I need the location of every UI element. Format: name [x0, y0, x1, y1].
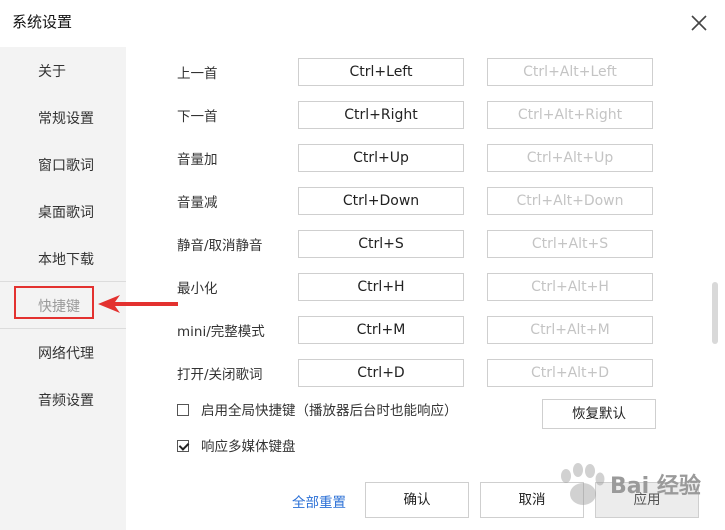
- sidebar-item-proxy[interactable]: 网络代理: [0, 329, 126, 376]
- paw-watermark-icon: [561, 463, 605, 505]
- reset-all-link[interactable]: 全部重置: [292, 491, 346, 511]
- window-title: 系统设置: [12, 13, 73, 31]
- sidebar-item-window-lyrics[interactable]: 窗口歌词: [0, 141, 126, 188]
- hotkey-lyrics-field[interactable]: Ctrl+D: [298, 359, 464, 387]
- sidebar-item-label: 窗口歌词: [38, 158, 94, 174]
- hotkey-label-volume-up: 音量加: [177, 152, 218, 168]
- sidebar-item-label: 本地下载: [38, 252, 94, 268]
- hotkey-mini-mode-global-field[interactable]: Ctrl+Alt+M: [487, 316, 653, 344]
- sidebar-item-label: 网络代理: [38, 346, 94, 362]
- title-bar: 系统设置: [0, 0, 725, 46]
- hotkey-next-field[interactable]: Ctrl+Right: [298, 101, 464, 129]
- media-keys-label: 响应多媒体键盘: [201, 439, 296, 455]
- sidebar-item-label: 关于: [38, 64, 66, 80]
- sidebar-item-desktop-lyrics[interactable]: 桌面歌词: [0, 188, 126, 235]
- hotkey-mute-field[interactable]: Ctrl+S: [298, 230, 464, 258]
- global-hotkey-label: 启用全局快捷键（播放器后台时也能响应）: [201, 403, 458, 419]
- watermark-text: Bai 经验: [610, 474, 701, 499]
- hotkey-volume-down-field[interactable]: Ctrl+Down: [298, 187, 464, 215]
- hotkey-next-global-field[interactable]: Ctrl+Alt+Right: [487, 101, 653, 129]
- hotkey-label-volume-down: 音量减: [177, 195, 218, 211]
- hotkey-volume-down-global-field[interactable]: Ctrl+Alt+Down: [487, 187, 653, 215]
- hotkey-prev-global-field[interactable]: Ctrl+Alt+Left: [487, 58, 653, 86]
- scrollbar-thumb[interactable]: [712, 282, 718, 344]
- red-arrow-icon: [98, 295, 178, 313]
- hotkey-volume-up-field[interactable]: Ctrl+Up: [298, 144, 464, 172]
- sidebar-item-label: 桌面歌词: [38, 205, 94, 221]
- sidebar-item-general[interactable]: 常规设置: [0, 94, 126, 141]
- sidebar-item-audio[interactable]: 音频设置: [0, 376, 126, 423]
- hotkey-label-prev: 上一首: [177, 66, 218, 82]
- global-hotkey-option[interactable]: 启用全局快捷键（播放器后台时也能响应）: [177, 399, 458, 419]
- media-keys-option[interactable]: 响应多媒体键盘: [177, 435, 296, 455]
- hotkey-mute-global-field[interactable]: Ctrl+Alt+S: [487, 230, 653, 258]
- hotkey-label-minimize: 最小化: [177, 281, 218, 297]
- hotkey-lyrics-global-field[interactable]: Ctrl+Alt+D: [487, 359, 653, 387]
- hotkey-prev-field[interactable]: Ctrl+Left: [298, 58, 464, 86]
- close-icon[interactable]: [688, 12, 710, 34]
- sidebar-item-label: 常规设置: [38, 111, 94, 127]
- hotkey-volume-up-global-field[interactable]: Ctrl+Alt+Up: [487, 144, 653, 172]
- sidebar-item-label: 音频设置: [38, 393, 94, 409]
- highlight-box: [14, 286, 94, 319]
- hotkey-minimize-field[interactable]: Ctrl+H: [298, 273, 464, 301]
- hotkey-label-mini-mode: mini/完整模式: [177, 324, 265, 340]
- hotkey-mini-mode-field[interactable]: Ctrl+M: [298, 316, 464, 344]
- hotkey-label-next: 下一首: [177, 109, 218, 125]
- sidebar-item-about[interactable]: 关于: [0, 47, 126, 94]
- hotkey-minimize-global-field[interactable]: Ctrl+Alt+H: [487, 273, 653, 301]
- media-keys-checkbox[interactable]: [177, 440, 189, 452]
- hotkey-label-mute: 静音/取消静音: [177, 238, 263, 254]
- sidebar-item-local-download[interactable]: 本地下载: [0, 235, 126, 282]
- hotkey-label-lyrics: 打开/关闭歌词: [177, 367, 263, 383]
- restore-default-button[interactable]: 恢复默认: [542, 399, 656, 429]
- global-hotkey-checkbox[interactable]: [177, 404, 189, 416]
- confirm-button[interactable]: 确认: [365, 482, 469, 518]
